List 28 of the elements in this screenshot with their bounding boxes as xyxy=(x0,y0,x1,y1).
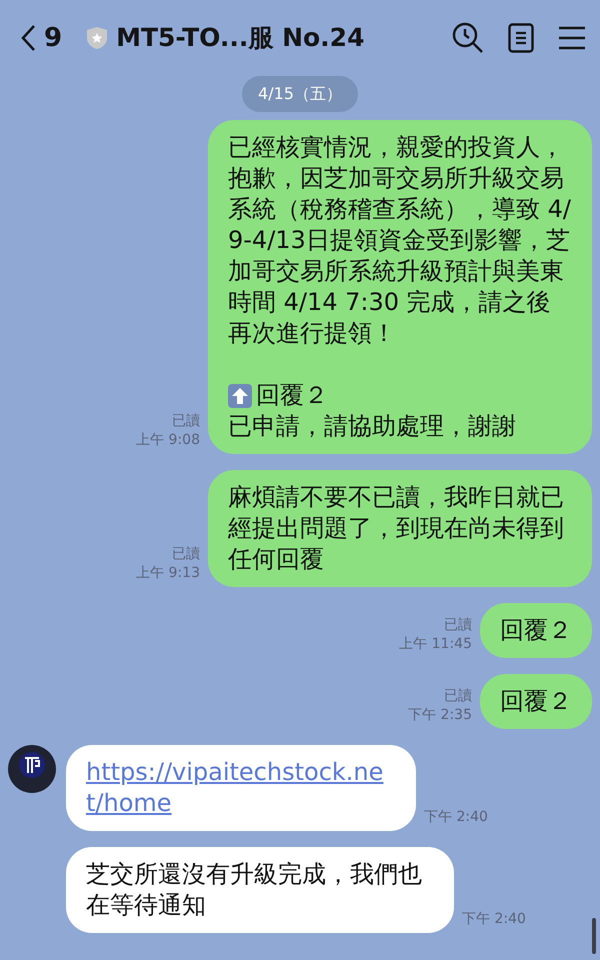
read-receipt: 已讀 xyxy=(443,687,472,706)
message-text: 已經核實情況，親愛的投資人，抱歉，因芝加哥交易所升級交易系統（稅務稽查系統），導致 4/9-4/13日提領資金受到影響，芝加哥交易所系統升級預計與美東時間 4/14 7:30 完成，請之後再次進行提領！ xyxy=(228,132,572,349)
date-label: 4/15（五） xyxy=(242,76,358,112)
shield-icon xyxy=(86,26,108,50)
read-receipt: 已讀 xyxy=(443,616,472,635)
timestamp: 上午 11:45 xyxy=(399,635,472,654)
message-bubble: 芝交所還沒有升級完成，我們也在等待通知 xyxy=(66,847,454,933)
read-receipt: 已讀 xyxy=(171,545,200,564)
message-text: 回覆２ xyxy=(256,380,328,411)
message-text: 已申請，請協助處理，謝謝 xyxy=(228,411,517,442)
unread-count: 9 xyxy=(44,22,62,54)
avatar-icon[interactable] xyxy=(8,745,56,793)
scrollbar xyxy=(592,918,596,954)
timestamp: 下午 2:35 xyxy=(408,706,472,725)
chat-title: MT5-TO...服 No.24 xyxy=(116,22,364,54)
message-bubble: 回覆２ xyxy=(480,603,592,658)
notes-icon[interactable] xyxy=(508,23,534,53)
message-bubble: 麻煩請不要不已讀，我昨日就已經提出問題了，到現在尚未得到任何回覆 xyxy=(208,470,592,587)
url-link[interactable]: https://vipaitechstock.net/home xyxy=(86,757,396,819)
read-receipt: 已讀 xyxy=(171,412,200,431)
timestamp: 上午 9:13 xyxy=(136,564,200,583)
search-icon[interactable] xyxy=(452,22,484,54)
timestamp: 下午 2:40 xyxy=(424,808,488,827)
menu-icon[interactable] xyxy=(558,26,586,50)
message-bubble: 回覆２ xyxy=(480,674,592,729)
timestamp: 下午 2:40 xyxy=(462,910,526,929)
timestamp: 上午 9:08 xyxy=(136,431,200,450)
back-icon[interactable] xyxy=(20,24,36,52)
